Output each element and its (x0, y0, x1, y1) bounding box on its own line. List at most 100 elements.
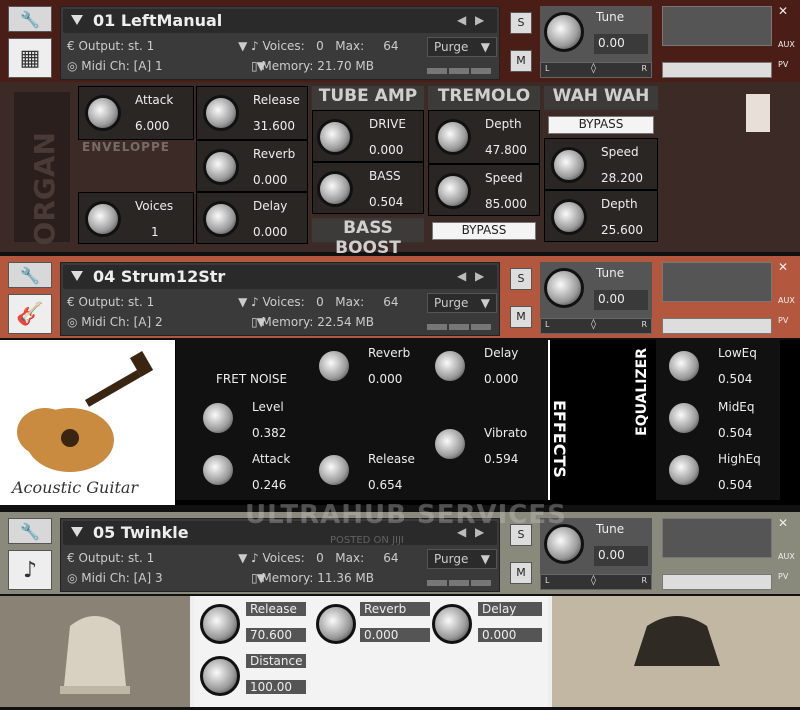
guitar-reverb-knob[interactable] (316, 348, 352, 384)
distance-knob[interactable] (200, 656, 240, 696)
release-value[interactable]: 31.600 (253, 119, 295, 133)
twinkle-delay-knob[interactable] (432, 604, 472, 644)
distance-value[interactable]: 100.00 (246, 680, 306, 694)
max-value[interactable]: 64 (383, 295, 398, 309)
wah-speed-value[interactable]: 28.200 (601, 171, 643, 185)
midi-row[interactable]: ◎ Midi Ch: [A] 2 ▼ (67, 315, 266, 329)
collapse-triangle-icon[interactable] (71, 527, 83, 537)
purge-dropdown[interactable]: Purge ▼ (427, 293, 497, 313)
aux-button[interactable]: AUX (778, 40, 795, 49)
trem-depth-knob[interactable] (435, 119, 471, 155)
higheq-knob[interactable] (666, 452, 702, 488)
pan-slider[interactable]: L ◊ R (540, 318, 652, 334)
collapse-triangle-icon[interactable] (71, 271, 83, 281)
prev-arrow-icon[interactable]: ◀ (457, 13, 466, 27)
instrument-namebar-1[interactable]: 01 LeftManual ◀ ▶ (63, 9, 497, 33)
drive-knob[interactable] (317, 119, 353, 155)
loweq-knob[interactable] (666, 348, 702, 384)
tune-knob[interactable] (544, 268, 584, 308)
tune-value[interactable]: 0.00 (594, 290, 648, 310)
bass-value[interactable]: 0.504 (369, 195, 403, 209)
tune-knob[interactable] (544, 12, 584, 52)
aux-button[interactable]: AUX (778, 296, 795, 305)
purge-dropdown[interactable]: Purge ▼ (427, 37, 497, 57)
higheq-value[interactable]: 0.504 (718, 478, 752, 492)
instrument-name[interactable]: 04 Strum12Str (93, 267, 225, 286)
vibrato-knob[interactable] (432, 426, 468, 462)
level-value[interactable]: 0.382 (252, 426, 286, 440)
wrench-icon[interactable]: 🔧 (8, 518, 52, 544)
release-knob[interactable] (203, 95, 239, 131)
tune-value[interactable]: 0.00 (594, 34, 648, 54)
twinkle-reverb-knob[interactable] (316, 604, 356, 644)
twinkle-release-value[interactable]: 70.600 (246, 628, 306, 642)
music-note-icon[interactable]: ♪ (8, 550, 52, 590)
trem-speed-value[interactable]: 85.000 (485, 197, 527, 211)
organ-icon[interactable]: ▦ (8, 38, 52, 78)
output-row[interactable]: € Output: st. 1 ▼ (67, 295, 247, 309)
tremolo-bypass-button[interactable]: BYPASS (432, 222, 536, 240)
delay-value[interactable]: 0.000 (253, 225, 287, 239)
tune-knob[interactable] (544, 524, 584, 564)
twinkle-release-knob[interactable] (200, 604, 240, 644)
close-icon[interactable]: ✕ (778, 260, 788, 274)
mute-button[interactable]: M (510, 306, 532, 328)
instrument-name[interactable]: 01 LeftManual (93, 11, 222, 30)
pv-button[interactable]: PV (778, 316, 788, 325)
reverb-knob[interactable] (203, 149, 239, 185)
solo-button[interactable]: S (510, 12, 532, 34)
wrench-icon[interactable]: 🔧 (8, 262, 52, 288)
mute-button[interactable]: M (510, 50, 532, 72)
pv-button[interactable]: PV (778, 60, 788, 69)
close-icon[interactable]: ✕ (778, 4, 788, 18)
loweq-value[interactable]: 0.504 (718, 372, 752, 386)
guitar-release-value[interactable]: 0.654 (368, 478, 402, 492)
level-knob[interactable] (200, 400, 236, 436)
prev-arrow-icon[interactable]: ◀ (457, 269, 466, 283)
next-arrow-icon[interactable]: ▶ (475, 13, 484, 27)
close-icon[interactable]: ✕ (778, 516, 788, 530)
midi-row[interactable]: ◎ Midi Ch: [A] 3 ▼ (67, 571, 266, 585)
voices-knob[interactable] (85, 201, 121, 237)
wah-speed-knob[interactable] (551, 147, 587, 183)
mideq-knob[interactable] (666, 400, 702, 436)
drive-value[interactable]: 0.000 (369, 143, 403, 157)
wah-depth-knob[interactable] (551, 199, 587, 235)
guitar-icon[interactable]: 🎸 (8, 294, 52, 334)
midi-row[interactable]: ◎ Midi Ch: [A] 1 ▼ (67, 59, 266, 73)
max-value[interactable]: 64 (383, 551, 398, 565)
trem-depth-value[interactable]: 47.800 (485, 143, 527, 157)
pan-slider[interactable]: L ◊ R (540, 574, 652, 590)
bass-boost-button[interactable]: BASS BOOST (312, 218, 424, 258)
pan-handle-icon[interactable]: ◊ (591, 575, 596, 586)
guitar-delay-knob[interactable] (432, 348, 468, 384)
attack-value[interactable]: 6.000 (135, 119, 169, 133)
trem-speed-knob[interactable] (435, 173, 471, 209)
delay-knob[interactable] (203, 201, 239, 237)
pan-handle-icon[interactable]: ◊ (591, 63, 596, 74)
reverb-value[interactable]: 0.000 (253, 173, 287, 187)
twinkle-delay-value[interactable]: 0.000 (478, 628, 542, 642)
aux-button[interactable]: AUX (778, 552, 795, 561)
wah-depth-value[interactable]: 25.600 (601, 223, 643, 237)
volume-slider[interactable] (662, 62, 772, 78)
twinkle-reverb-value[interactable]: 0.000 (360, 628, 430, 642)
output-row[interactable]: € Output: st. 1 ▼ (67, 551, 247, 565)
purge-dropdown[interactable]: Purge ▼ (427, 549, 497, 569)
guitar-delay-value[interactable]: 0.000 (484, 372, 518, 386)
pan-slider[interactable]: L ◊ R (540, 62, 652, 78)
wah-bypass-button[interactable]: BYPASS (548, 116, 654, 134)
instrument-namebar-2[interactable]: 04 Strum12Str ◀ ▶ (63, 265, 497, 289)
guitar-reverb-value[interactable]: 0.000 (368, 372, 402, 386)
next-arrow-icon[interactable]: ▶ (475, 269, 484, 283)
instrument-name[interactable]: 05 Twinkle (93, 523, 189, 542)
bass-knob[interactable] (317, 171, 353, 207)
guitar-attack-knob[interactable] (200, 452, 236, 488)
guitar-release-knob[interactable] (316, 452, 352, 488)
voices-knob-value[interactable]: 1 (151, 225, 159, 239)
pv-button[interactable]: PV (778, 572, 788, 581)
max-value[interactable]: 64 (383, 39, 398, 53)
volume-slider[interactable] (662, 318, 772, 334)
output-row[interactable]: € Output: st. 1 ▼ (67, 39, 247, 53)
pan-handle-icon[interactable]: ◊ (591, 319, 596, 330)
